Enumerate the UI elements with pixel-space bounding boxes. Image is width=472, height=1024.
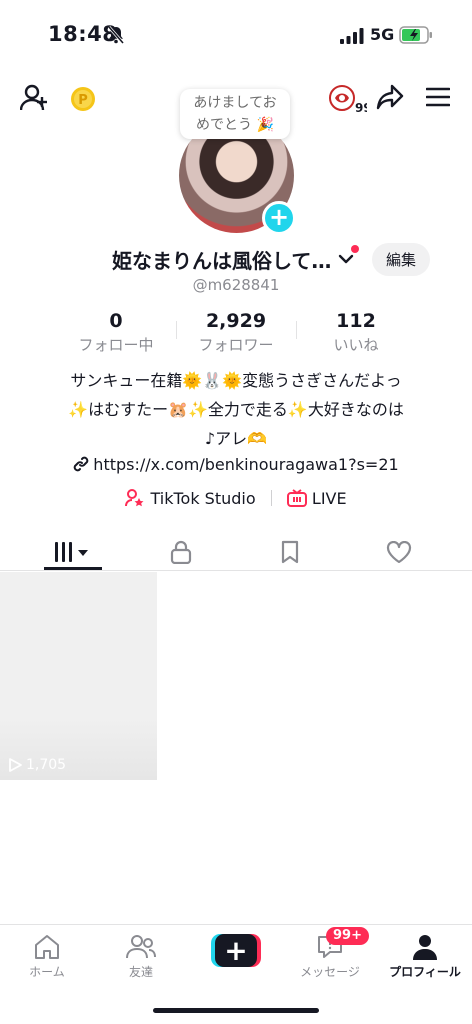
studio-icon <box>125 489 144 507</box>
status-time: 18:48 <box>48 22 118 46</box>
bio-link[interactable]: https://x.com/benkinouragawa1?s=21 <box>0 455 472 474</box>
video-thumbnail[interactable] <box>0 572 157 780</box>
plus-icon: + <box>215 934 257 967</box>
profile-icon <box>413 935 437 960</box>
edit-profile-button[interactable]: 編集 <box>372 243 430 276</box>
bio-line: ♪アレ🫶 <box>204 429 268 448</box>
live-tv-icon <box>286 489 307 507</box>
create-button[interactable]: + <box>211 934 261 967</box>
tab-divider <box>0 570 472 571</box>
profile-handle: @m628841 <box>192 276 280 294</box>
battery-icon <box>399 26 433 48</box>
nav-messages-label: メッセージ <box>300 965 360 979</box>
silent-bell-icon <box>107 26 125 48</box>
menu-icon[interactable] <box>425 87 451 111</box>
studio-label: TikTok Studio <box>150 489 256 508</box>
notifications-icon[interactable]: 99 <box>327 84 372 118</box>
followers-label: フォロワー <box>198 336 274 354</box>
messages-badge: 99+ <box>326 927 369 945</box>
nav-home[interactable]: ホーム <box>0 932 94 980</box>
play-icon <box>9 758 22 772</box>
likes-count: 112 <box>336 310 376 332</box>
nav-profile-label: プロフィール <box>389 965 461 979</box>
nav-friends-label: 友達 <box>128 965 153 979</box>
tab-saved[interactable] <box>231 533 349 571</box>
bio-line: サンキュー在籍🌞🐰🌞変態うさぎさんだよっ <box>70 371 402 390</box>
account-switch-dot <box>351 245 359 253</box>
svg-text:P: P <box>78 93 88 108</box>
nav-profile[interactable]: プロフィール <box>378 932 472 980</box>
followers-stat[interactable]: 2,929 フォロワー <box>166 310 306 355</box>
lock-icon <box>170 540 192 564</box>
live-link[interactable]: LIVE <box>286 489 347 508</box>
chevron-down-icon[interactable] <box>338 250 354 269</box>
heart-icon <box>386 541 412 563</box>
note-line-2: めでとう 🎉 <box>196 117 274 133</box>
home-indicator <box>153 1008 319 1013</box>
network-type: 5G <box>370 25 395 44</box>
link-icon <box>74 456 89 472</box>
videos-grid-icon <box>55 542 88 562</box>
coin-icon[interactable]: P <box>70 86 96 116</box>
tiktok-studio-link[interactable]: TikTok Studio <box>125 489 260 508</box>
creator-actions: TikTok Studio LIVE <box>0 489 472 508</box>
note-line-1: あけましてお <box>193 95 277 111</box>
share-icon[interactable] <box>376 84 404 114</box>
cell-signal-icon <box>340 28 364 48</box>
profile-name[interactable]: 姫なまりんは風俗して… <box>112 245 331 274</box>
notifications-badge: 99 <box>355 101 367 114</box>
home-icon <box>35 935 59 959</box>
nav-divider <box>0 924 472 925</box>
view-count-text: 1,705 <box>26 757 67 773</box>
active-tab-indicator <box>44 567 102 570</box>
nav-friends[interactable]: 友達 <box>94 932 188 980</box>
bookmark-icon <box>281 540 299 564</box>
video-view-count: 1,705 <box>8 757 66 773</box>
following-stat[interactable]: 0 フォロー中 <box>46 310 186 355</box>
tab-videos[interactable] <box>14 533 132 571</box>
friends-icon <box>126 935 156 959</box>
following-label: フォロー中 <box>78 336 154 354</box>
following-count: 0 <box>109 310 123 332</box>
add-friend-icon[interactable] <box>19 84 50 116</box>
tab-private[interactable] <box>122 533 240 571</box>
nav-home-label: ホーム <box>29 965 65 979</box>
followers-count: 2,929 <box>205 310 267 332</box>
likes-stat[interactable]: 112 いいね <box>286 310 426 355</box>
profile-note-bubble[interactable]: あけましてお めでとう 🎉 <box>180 89 290 139</box>
likes-label: いいね <box>333 336 379 354</box>
live-label: LIVE <box>311 489 347 508</box>
tab-liked[interactable] <box>340 533 458 571</box>
bio-link-text: https://x.com/benkinouragawa1?s=21 <box>93 455 399 474</box>
bio-line: ✨はむすたー🐹✨全力で走る✨大好きなのは <box>68 400 404 419</box>
add-avatar-button[interactable]: + <box>262 201 296 235</box>
